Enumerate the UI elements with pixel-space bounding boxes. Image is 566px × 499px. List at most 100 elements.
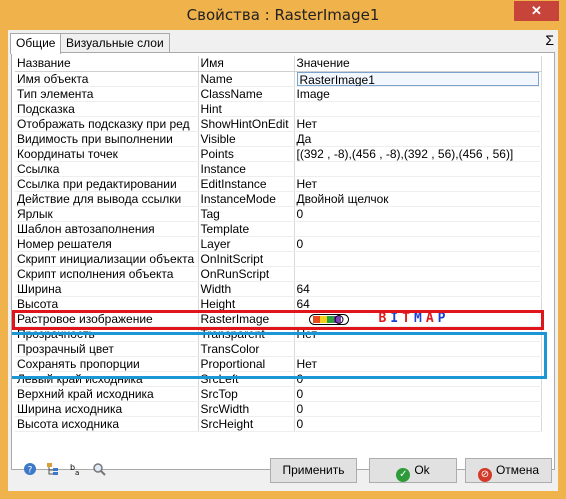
property-id[interactable]: SrcLeft [198,371,295,388]
table-row[interactable]: Ширина исходника SrcWidth 0 [15,401,542,418]
property-id[interactable]: Tag [198,206,295,222]
property-id[interactable]: Proportional [198,356,295,373]
table-row[interactable]: Верхний край исходника SrcTop 0 [15,386,542,403]
property-name[interactable]: Ярлык [15,206,199,222]
tree-icon[interactable] [45,462,61,478]
property-name[interactable]: Шаблон автозаполнения [15,221,199,237]
property-name[interactable]: Действие для вывода ссылки [15,191,199,207]
property-value[interactable]: Нет [294,356,542,373]
table-row[interactable]: Скрипт исполнения объекта OnRunScript [15,266,542,282]
property-value[interactable]: 0 [294,401,542,418]
property-value[interactable]: 0 [294,236,542,252]
property-id[interactable]: Height [198,296,295,312]
property-id[interactable]: ShowHintOnEdit [198,116,295,132]
cancel-button[interactable]: ⊘ Отмена [465,458,552,483]
table-row[interactable]: Координаты точек Points [(392 , -8),(456 ,… [15,146,542,162]
property-name[interactable]: Скрипт инициализации объекта [15,251,199,267]
search-icon[interactable] [91,462,107,478]
sigma-icon[interactable]: Σ [545,32,554,48]
property-name[interactable]: Видимость при выполнении [15,131,199,147]
property-id[interactable]: EditInstance [198,176,295,192]
property-value[interactable]: 64 [294,296,542,312]
table-row[interactable]: Отображать подсказку при ред ShowHintOnEd… [15,116,542,132]
table-row[interactable]: Скрипт инициализации объекта OnInitScript [15,251,542,267]
property-name[interactable]: Высота [15,296,199,312]
property-name[interactable]: Ссылка при редактировании [15,176,199,192]
property-value[interactable]: Image [294,86,542,102]
property-name[interactable]: Ширина [15,281,199,297]
table-row[interactable]: Подсказка Hint [15,101,542,117]
property-name[interactable]: Отображать подсказку при ред [15,116,199,132]
property-value[interactable]: Нет [294,176,542,192]
property-value[interactable]: 0 [294,206,542,222]
property-id[interactable]: TransColor [198,341,295,358]
property-name[interactable]: Ширина исходника [15,401,199,418]
property-id[interactable]: RasterImage [198,311,295,328]
property-id[interactable]: SrcTop [198,386,295,403]
table-row[interactable]: Прозрачный цвет TransColor [15,341,542,358]
property-name[interactable]: Тип элемента [15,86,199,102]
table-row[interactable]: Видимость при выполнении Visible Да [15,131,542,147]
table-row[interactable]: Сохранять пропорции Proportional Нет [15,356,542,373]
property-id[interactable]: SrcHeight [198,416,295,433]
property-name[interactable]: Прозрачный цвет [15,341,199,358]
property-id[interactable]: Instance [198,161,295,177]
table-row[interactable]: Прозрачность Transparent Нет [15,326,542,343]
property-name[interactable]: Высота исходника [15,416,199,433]
property-value[interactable]: Двойной щелчок [294,191,542,207]
table-row[interactable]: Высота исходника SrcHeight 0 [15,416,542,433]
table-row[interactable]: Номер решателя Layer 0 [15,236,542,252]
property-value[interactable]: Нет [294,116,542,132]
property-value[interactable]: BITMAP [294,311,542,328]
help-icon[interactable]: ? [22,462,38,478]
property-value[interactable] [294,161,542,177]
property-id[interactable]: OnInitScript [198,251,295,267]
tab-visual-layers[interactable]: Визуальные слои [60,33,170,53]
value-editor[interactable]: RasterImage1 [296,71,539,85]
property-value[interactable]: 64 [294,281,542,297]
property-value[interactable] [294,101,542,117]
property-name[interactable]: Верхний край исходника [15,386,199,403]
table-row[interactable]: Ссылка Instance [15,161,542,177]
property-value[interactable]: 0 [294,386,542,403]
property-id[interactable]: SrcWidth [198,401,295,418]
property-name[interactable]: Координаты точек [15,146,199,162]
property-value[interactable]: Нет [294,326,542,343]
property-value[interactable] [294,221,542,237]
property-name[interactable]: Номер решателя [15,236,199,252]
property-value[interactable]: [(392 , -8),(456 , -8),(392 , 56),(456 ,… [294,146,542,162]
apply-button[interactable]: Применить [270,458,357,483]
property-value[interactable]: RasterImage1 [294,71,542,87]
property-value[interactable] [294,341,542,358]
table-row[interactable]: Имя объекта Name RasterImage1 [15,71,542,87]
property-id[interactable]: OnRunScript [198,266,295,282]
property-id[interactable]: Layer [198,236,295,252]
table-row[interactable]: Действие для вывода ссылки InstanceMode Дв… [15,191,542,207]
property-value[interactable]: 0 [294,416,542,433]
property-id[interactable]: Points [198,146,295,162]
table-row[interactable]: Ярлык Tag 0 [15,206,542,222]
table-row[interactable]: Левый край исходника SrcLeft 0 [15,371,542,388]
close-button[interactable]: ✕ [514,1,559,21]
title-bar[interactable]: Свойства : RasterImage1 ✕ [0,0,566,30]
table-row[interactable]: Высота Height 64 [15,296,542,312]
property-value[interactable]: Да [294,131,542,147]
property-id[interactable]: InstanceMode [198,191,295,207]
property-name[interactable]: Имя объекта [15,71,199,87]
property-value[interactable] [294,266,542,282]
table-row[interactable]: Растровое изображение RasterImage BITMAP [15,311,542,328]
property-id[interactable]: ClassName [198,86,295,102]
property-value[interactable]: 0 [294,371,542,388]
property-id[interactable]: Hint [198,101,295,117]
property-id[interactable]: Template [198,221,295,237]
property-id[interactable]: Name [198,71,295,87]
property-name[interactable]: Подсказка [15,101,199,117]
table-row[interactable]: Ссылка при редактировании EditInstance Нет [15,176,542,192]
property-id[interactable]: Visible [198,131,295,147]
property-name[interactable]: Сохранять пропорции [15,356,199,373]
property-name[interactable]: Ссылка [15,161,199,177]
property-name[interactable]: Левый край исходника [15,371,199,388]
property-id[interactable]: Transparent [198,326,295,343]
table-row[interactable]: Шаблон автозаполнения Template [15,221,542,237]
sort-icon[interactable]: ba [68,462,84,478]
